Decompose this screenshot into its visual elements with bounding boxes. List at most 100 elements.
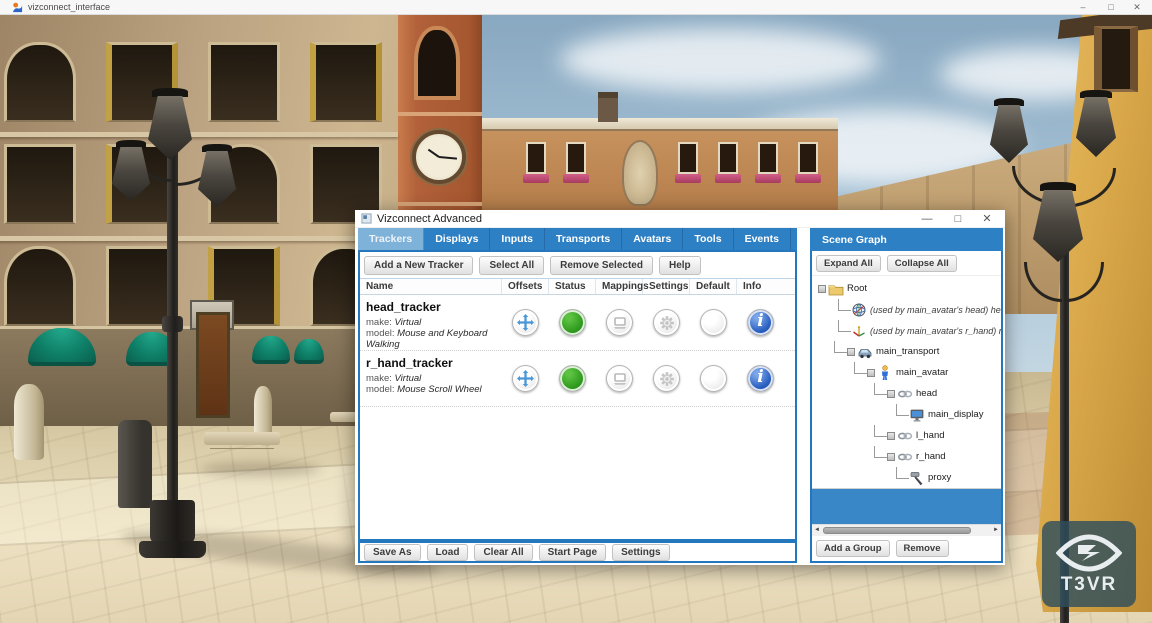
- settings-button[interactable]: [653, 309, 680, 336]
- offsets-button[interactable]: [512, 309, 539, 336]
- tree-connector: [838, 299, 851, 311]
- default-toggle[interactable]: [700, 309, 727, 336]
- dialog-title: Vizconnect Advanced: [377, 213, 482, 225]
- node-handle[interactable]: [887, 432, 895, 440]
- flower-box: [523, 174, 549, 183]
- display-icon: [909, 407, 925, 423]
- dialog-maximize-button[interactable]: □: [943, 210, 973, 228]
- os-minimize-button[interactable]: –: [1070, 0, 1096, 15]
- column-settings: Settings: [643, 279, 690, 294]
- tree-label: main_display: [928, 409, 983, 420]
- remove-button[interactable]: Remove: [896, 540, 949, 557]
- mappings-button[interactable]: [606, 309, 633, 336]
- tracker-make: make: Virtual: [366, 317, 502, 328]
- lamp-base: [150, 500, 195, 544]
- settings-button[interactable]: [653, 365, 680, 392]
- scroll-left-arrow[interactable]: ◄: [812, 525, 822, 536]
- tree-item-head-tracker[interactable]: (used by main_avatar's head) head_track: [812, 299, 1001, 320]
- window: [566, 142, 586, 174]
- tree-label: proxy: [928, 472, 951, 483]
- info-button[interactable]: i: [747, 309, 774, 336]
- column-name: Name: [360, 279, 502, 294]
- lantern-cap: [116, 140, 146, 148]
- add-new-tracker-button[interactable]: Add a New Tracker: [364, 256, 473, 275]
- trash-bin: [118, 420, 152, 508]
- window: [526, 142, 546, 174]
- start-page-button[interactable]: Start Page: [539, 544, 606, 561]
- tree-item-l-hand[interactable]: l_hand: [812, 425, 1001, 446]
- info-button[interactable]: i: [747, 365, 774, 392]
- move-arrows-icon: [517, 314, 534, 331]
- status-indicator[interactable]: [559, 365, 586, 392]
- status-indicator[interactable]: [559, 309, 586, 336]
- mappings-button[interactable]: [606, 365, 633, 392]
- window: [678, 142, 698, 174]
- lantern-cap: [994, 98, 1024, 106]
- expand-all-button[interactable]: Expand All: [816, 255, 881, 272]
- select-all-button[interactable]: Select All: [479, 256, 544, 275]
- os-titlebar: vizconnect_interface – □ ✕: [0, 0, 1152, 15]
- tracker-model: model: Mouse Scroll Wheel: [366, 384, 502, 395]
- tree-label: head: [916, 388, 937, 399]
- tree-item-main-transport[interactable]: main_transport: [812, 341, 1001, 362]
- t3vr-eye-icon: [1056, 533, 1122, 573]
- column-status: Status: [549, 279, 596, 294]
- add-group-button[interactable]: Add a Group: [816, 540, 890, 557]
- help-button[interactable]: Help: [659, 256, 701, 275]
- tree-item-r-hand[interactable]: r_hand: [812, 446, 1001, 467]
- scrollbar-thumb[interactable]: [823, 527, 971, 534]
- flower-box: [715, 174, 741, 183]
- info-icon: i: [757, 313, 763, 330]
- collapse-all-button[interactable]: Collapse All: [887, 255, 957, 272]
- scroll-right-arrow[interactable]: ►: [991, 525, 1001, 536]
- dialog-titlebar[interactable]: Vizconnect Advanced — □ ✕: [355, 210, 1005, 228]
- tree-item-main-display[interactable]: main_display: [812, 404, 1001, 425]
- tab-transports[interactable]: Transports: [545, 228, 622, 250]
- table-header: Name Offsets Status Mappings Settings De…: [360, 278, 795, 295]
- os-close-button[interactable]: ✕: [1124, 0, 1150, 15]
- horizontal-scrollbar[interactable]: ◄ ►: [812, 524, 1001, 536]
- window-grid: [4, 42, 382, 326]
- dialog-minimize-button[interactable]: —: [912, 210, 942, 228]
- tab-events[interactable]: Events: [734, 228, 791, 250]
- os-maximize-button[interactable]: □: [1098, 0, 1124, 15]
- tree-item-head[interactable]: head: [812, 383, 1001, 404]
- tab-inputs[interactable]: Inputs: [490, 228, 545, 250]
- tree-connector: [896, 404, 909, 416]
- settings-button[interactable]: Settings: [612, 544, 669, 561]
- tab-displays[interactable]: Displays: [424, 228, 490, 250]
- trackers-pane: Add a New Tracker Select All Remove Sele…: [358, 250, 797, 541]
- os-window-title: vizconnect_interface: [28, 2, 110, 12]
- tab-tools[interactable]: Tools: [683, 228, 733, 250]
- tree-label: Root: [847, 283, 867, 294]
- remove-selected-button[interactable]: Remove Selected: [550, 256, 653, 275]
- tree-item-r-hand-tracker[interactable]: (used by main_avatar's r_hand) r_hand_t: [812, 320, 1001, 341]
- central-building: [482, 118, 838, 218]
- tree-item-main-avatar[interactable]: main_avatar: [812, 362, 1001, 383]
- tab-trackers[interactable]: Trackers: [358, 228, 424, 250]
- tree-label: (used by main_avatar's r_hand) r_hand_t: [870, 326, 1001, 336]
- axes-icon: [851, 323, 867, 339]
- clear-all-button[interactable]: Clear All: [474, 544, 532, 561]
- tree-item-proxy[interactable]: proxy: [812, 467, 1001, 488]
- node-handle[interactable]: [818, 285, 826, 293]
- node-handle[interactable]: [887, 453, 895, 461]
- window: [208, 42, 280, 122]
- gear-icon: [659, 315, 675, 331]
- dialog-close-button[interactable]: ✕: [972, 210, 1002, 228]
- minute-hand: [439, 156, 457, 160]
- default-toggle[interactable]: [700, 365, 727, 392]
- tree-item-root[interactable]: Root: [812, 278, 1001, 299]
- t3vr-text: T3VR: [1061, 574, 1118, 596]
- node-handle[interactable]: [847, 348, 855, 356]
- node-handle[interactable]: [887, 390, 895, 398]
- link-icon: [897, 428, 913, 444]
- tree-label: main_avatar: [896, 367, 948, 378]
- load-button[interactable]: Load: [427, 544, 469, 561]
- node-handle[interactable]: [867, 369, 875, 377]
- offsets-button[interactable]: [512, 365, 539, 392]
- scene-graph-header: Scene Graph: [810, 228, 1003, 251]
- tab-avatars[interactable]: Avatars: [622, 228, 683, 250]
- transport-icon: [857, 344, 873, 360]
- save-as-button[interactable]: Save As: [364, 544, 421, 561]
